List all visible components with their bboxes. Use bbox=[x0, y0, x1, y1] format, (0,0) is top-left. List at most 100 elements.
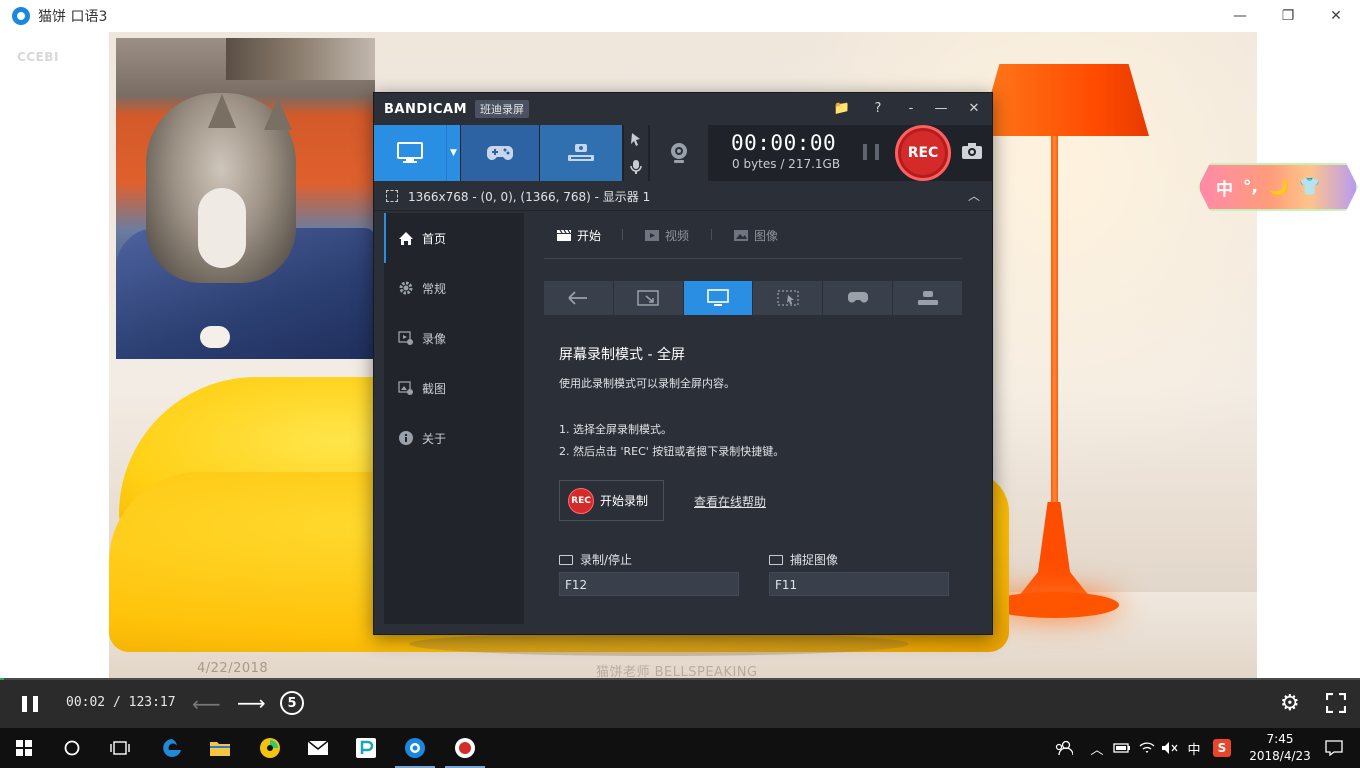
cat-ear-left bbox=[208, 94, 236, 128]
app-circle-icon bbox=[260, 738, 280, 758]
microphone-button[interactable] bbox=[624, 153, 648, 181]
taskbar: ︿ 中 S 7:45 2018/4/23 bbox=[0, 728, 1360, 768]
mode-device-button[interactable] bbox=[893, 281, 962, 315]
volume-muted-icon[interactable] bbox=[1160, 728, 1180, 768]
system-clock[interactable]: 7:45 2018/4/23 bbox=[1240, 731, 1320, 765]
taskbar-player[interactable] bbox=[391, 728, 439, 768]
online-help-link[interactable]: 查看在线帮助 bbox=[694, 493, 766, 510]
tab-label: 图像 bbox=[754, 229, 779, 243]
start-recording-button[interactable]: REC 开始录制 bbox=[559, 480, 664, 521]
sogou-logo: S bbox=[1213, 739, 1231, 757]
cursor-effect-button[interactable] bbox=[624, 125, 648, 153]
folder-icon[interactable]: 📁 bbox=[831, 97, 853, 119]
collapse-chevron-icon[interactable]: ︿ bbox=[968, 187, 980, 204]
wifi-icon[interactable] bbox=[1137, 728, 1157, 768]
device-mode-button[interactable] bbox=[540, 125, 622, 181]
screen-mode-button[interactable] bbox=[374, 125, 446, 181]
ime-indicator[interactable]: 中 bbox=[1184, 728, 1204, 768]
sidebar-item-home[interactable]: 首页 bbox=[384, 213, 524, 263]
area-resize-icon bbox=[637, 290, 659, 306]
region-info: 1366x768 - (0, 0), (1366, 768) - 显示器 1 bbox=[408, 190, 651, 204]
bandicam-sidebar: 首页 常规 录像 截图 关于 bbox=[384, 213, 524, 624]
sogou-ime-icon[interactable]: S bbox=[1210, 728, 1234, 768]
ime-toolbar[interactable]: 中 °, 🌙 👕 bbox=[1198, 163, 1358, 211]
close-button[interactable]: ✕ bbox=[1312, 0, 1360, 32]
sidebar-item-label: 关于 bbox=[422, 431, 447, 446]
sidebar-item-general[interactable]: 常规 bbox=[384, 263, 524, 313]
fullscreen-icon[interactable] bbox=[1325, 692, 1347, 714]
screen-mode-dropdown[interactable]: ▼ bbox=[446, 125, 460, 181]
p-app-icon bbox=[356, 738, 376, 758]
info-icon bbox=[398, 430, 414, 446]
pause-recording-button[interactable] bbox=[863, 144, 879, 162]
mode-area-button[interactable] bbox=[613, 281, 683, 315]
screenshot-button[interactable] bbox=[961, 141, 985, 165]
ime-punctuation[interactable]: °, bbox=[1243, 177, 1258, 197]
bandicam-close-button[interactable]: ✕ bbox=[963, 97, 985, 119]
tray-expand-chevron-icon[interactable]: ︿ bbox=[1088, 728, 1106, 768]
clapper-icon bbox=[556, 229, 572, 243]
ime-moon-icon[interactable]: 🌙 bbox=[1268, 177, 1289, 197]
cat-ear-right bbox=[264, 98, 292, 130]
home-tabs: 开始 视频 图像 bbox=[544, 213, 962, 259]
battery-icon[interactable] bbox=[1112, 728, 1132, 768]
bandicam-badge: 班迪录屏 bbox=[475, 100, 529, 118]
arrow-right-icon[interactable]: ⟶ bbox=[237, 691, 266, 715]
window-title: 猫饼 口语3 bbox=[38, 9, 108, 25]
player-app-icon bbox=[405, 738, 425, 758]
tab-start[interactable]: 开始 bbox=[556, 227, 601, 244]
maximize-button[interactable]: ❐ bbox=[1264, 0, 1312, 32]
minimize-button[interactable]: — bbox=[1216, 0, 1264, 32]
hdmi-icon bbox=[568, 144, 594, 161]
record-app-icon bbox=[455, 738, 475, 758]
taskbar-edge[interactable] bbox=[148, 728, 196, 768]
sidebar-item-image[interactable]: 截图 bbox=[384, 363, 524, 413]
search-button[interactable] bbox=[48, 728, 96, 768]
taskbar-app-green[interactable] bbox=[246, 728, 294, 768]
start-recording-label: 开始录制 bbox=[600, 494, 649, 508]
start-button[interactable] bbox=[0, 728, 48, 768]
region-select-icon[interactable] bbox=[386, 190, 398, 202]
sidebar-item-video[interactable]: 录像 bbox=[384, 313, 524, 363]
settings-gear-icon[interactable]: ⚙ bbox=[1280, 691, 1300, 716]
rec-icon: REC bbox=[568, 487, 594, 514]
mode-around-mouse-button[interactable] bbox=[753, 281, 823, 315]
player-controls: 00:02 / 123:17 ⟵ ⟶ 5 ⚙ bbox=[0, 680, 1360, 728]
edge-icon bbox=[163, 739, 181, 757]
people-icon[interactable] bbox=[1050, 728, 1078, 768]
taskbar-file-explorer[interactable] bbox=[196, 728, 244, 768]
game-mode-button[interactable] bbox=[461, 125, 539, 181]
bandicam-logo: BANDICAM bbox=[384, 102, 467, 117]
window-controls: — ❐ ✕ bbox=[1216, 0, 1360, 32]
bandicam-minimize-button[interactable]: — bbox=[930, 97, 952, 119]
hdmi-icon bbox=[917, 291, 938, 305]
mode-back-button[interactable] bbox=[544, 281, 613, 315]
mode-game-button[interactable] bbox=[823, 281, 893, 315]
gear-icon bbox=[398, 280, 414, 296]
help-icon[interactable]: ? bbox=[867, 97, 889, 119]
taskbar-bandicam[interactable] bbox=[441, 728, 489, 768]
tab-image[interactable]: 图像 bbox=[733, 227, 778, 244]
sidebar-item-about[interactable]: 关于 bbox=[384, 413, 524, 463]
skip-5s-button[interactable]: 5 bbox=[280, 691, 304, 715]
pause-button[interactable] bbox=[22, 696, 38, 712]
webcam-button[interactable] bbox=[650, 125, 708, 181]
bandicam-window: BANDICAM 班迪录屏 📁 ? - — ✕ ▼ 00:00:00 0 byt… bbox=[373, 92, 993, 635]
tab-video[interactable]: 视频 bbox=[644, 227, 689, 244]
ime-skin-icon[interactable]: 👕 bbox=[1299, 177, 1320, 197]
ime-chinese-mode[interactable]: 中 bbox=[1216, 175, 1233, 200]
cursor-click-icon bbox=[631, 133, 640, 146]
hotkey-capture-field[interactable]: F11 bbox=[769, 572, 949, 596]
notification-icon[interactable] bbox=[1318, 728, 1350, 768]
hotkey-record-field[interactable]: F12 bbox=[559, 572, 739, 596]
lamp-base bbox=[1014, 502, 1094, 602]
compact-mode-button[interactable]: - bbox=[900, 97, 922, 119]
record-button[interactable]: REC bbox=[895, 125, 951, 181]
mode-fullscreen-button[interactable] bbox=[683, 281, 753, 315]
taskbar-app-p[interactable] bbox=[342, 728, 390, 768]
taskbar-mail[interactable] bbox=[294, 728, 342, 768]
arrow-left-icon[interactable]: ⟵ bbox=[192, 692, 221, 716]
tab-divider bbox=[711, 229, 712, 240]
task-view-button[interactable] bbox=[96, 728, 144, 768]
app-logo-icon bbox=[12, 7, 30, 25]
